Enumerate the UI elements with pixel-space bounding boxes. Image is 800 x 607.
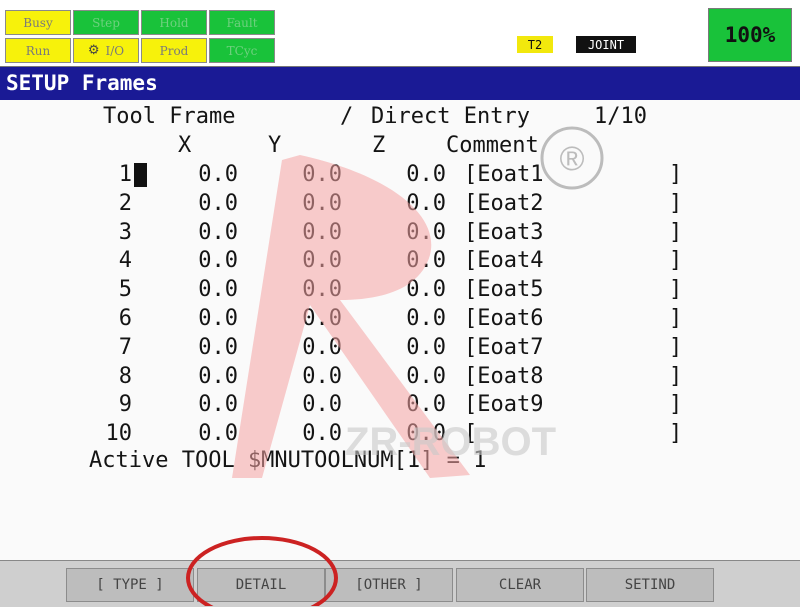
frame-comment: [Eoat3	[464, 220, 544, 245]
frame-comment: [	[464, 421, 478, 446]
column-y-header: Y	[268, 133, 282, 158]
frame-comment-close: ]	[669, 191, 683, 216]
frame-number: 7	[118, 335, 132, 360]
frame-number: 6	[118, 306, 132, 331]
page-indicator: 1/10	[594, 104, 647, 129]
frame-number: 8	[118, 364, 132, 389]
frame-x-value: 0.0	[198, 248, 238, 273]
column-comment-header: Comment	[446, 133, 539, 158]
registered-mark: ®	[559, 140, 584, 178]
led-prod: Prod	[141, 38, 207, 63]
frame-z-value: 0.0	[406, 191, 446, 216]
frame-comment-close: ]	[669, 162, 683, 187]
frame-x-value: 0.0	[198, 392, 238, 417]
column-z-header: Z	[372, 133, 386, 158]
frame-x-value: 0.0	[198, 220, 238, 245]
frame-y-value: 0.0	[302, 277, 342, 302]
frame-x-value: 0.0	[198, 421, 238, 446]
frame-y-value: 0.0	[302, 162, 342, 187]
frame-number: 4	[118, 248, 132, 273]
frame-comment-close: ]	[669, 248, 683, 273]
frame-comment-close: ]	[669, 421, 683, 446]
text-cursor	[134, 163, 147, 187]
header-separator: /	[340, 104, 354, 129]
frame-comment-close: ]	[669, 364, 683, 389]
mode-badge: T2	[517, 36, 553, 53]
frame-comment: [Eoat8	[464, 364, 544, 389]
frame-comment: [Eoat1	[464, 162, 544, 187]
frame-comment: [Eoat6	[464, 306, 544, 331]
frame-x-value: 0.0	[198, 335, 238, 360]
column-x-header: X	[178, 133, 192, 158]
status-bar: Busy Step Hold Fault Run ⚙ I/O Prod TCyc …	[0, 0, 800, 67]
frame-z-value: 0.0	[406, 248, 446, 273]
frame-number: 3	[118, 220, 132, 245]
led-busy: Busy	[5, 10, 71, 35]
screen-title: SETUP Frames	[0, 67, 800, 100]
coord-badge: JOINT	[576, 36, 636, 53]
frame-comment-close: ]	[669, 306, 683, 331]
frame-number: 1	[118, 162, 132, 187]
led-hold: Hold	[141, 10, 207, 35]
led-tcyc: TCyc	[209, 38, 275, 63]
frame-type-label: Tool Frame	[103, 104, 236, 129]
frame-z-value: 0.0	[406, 421, 446, 446]
robot-arm-icon: ⚙	[87, 43, 100, 58]
frame-comment: [Eoat5	[464, 277, 544, 302]
frame-comment-close: ]	[669, 277, 683, 302]
frame-y-value: 0.0	[302, 220, 342, 245]
frame-number: 10	[105, 421, 133, 446]
frame-z-value: 0.0	[406, 335, 446, 360]
frame-z-value: 0.0	[406, 392, 446, 417]
function-key-bar: [ TYPE ] DETAIL [OTHER ] CLEAR SETIND	[0, 560, 800, 607]
frame-x-value: 0.0	[198, 191, 238, 216]
led-io: ⚙ I/O	[73, 38, 139, 63]
fkey-detail-button[interactable]: DETAIL	[197, 568, 325, 602]
frame-y-value: 0.0	[302, 191, 342, 216]
frame-number: 2	[118, 191, 132, 216]
frame-comment-close: ]	[669, 220, 683, 245]
frame-y-value: 0.0	[302, 335, 342, 360]
frame-z-value: 0.0	[406, 364, 446, 389]
frame-y-value: 0.0	[302, 248, 342, 273]
frame-z-value: 0.0	[406, 162, 446, 187]
active-tool-line: Active TOOL $MNUTOOLNUM[1] = 1	[89, 448, 487, 473]
frame-z-value: 0.0	[406, 277, 446, 302]
frame-z-value: 0.0	[406, 306, 446, 331]
frame-comment-close: ]	[669, 335, 683, 360]
fkey-clear-button[interactable]: CLEAR	[456, 568, 584, 602]
frame-number: 5	[118, 277, 132, 302]
frame-y-value: 0.0	[302, 421, 342, 446]
led-run: Run	[5, 38, 71, 63]
frame-comment: [Eoat2	[464, 191, 544, 216]
override-speed: 100%	[708, 8, 792, 62]
frame-y-value: 0.0	[302, 306, 342, 331]
fkey-other-button[interactable]: [OTHER ]	[325, 568, 453, 602]
led-step: Step	[73, 10, 139, 35]
frame-x-value: 0.0	[198, 277, 238, 302]
registered-mark-circle	[540, 126, 604, 190]
frame-comment: [Eoat9	[464, 392, 544, 417]
frame-comment-close: ]	[669, 392, 683, 417]
frame-y-value: 0.0	[302, 392, 342, 417]
led-fault: Fault	[209, 10, 275, 35]
frame-x-value: 0.0	[198, 306, 238, 331]
fkey-setind-button[interactable]: SETIND	[586, 568, 714, 602]
fkey-type-button[interactable]: [ TYPE ]	[66, 568, 194, 602]
frame-comment: [Eoat7	[464, 335, 544, 360]
frame-z-value: 0.0	[406, 220, 446, 245]
frame-number: 9	[118, 392, 132, 417]
frame-y-value: 0.0	[302, 364, 342, 389]
frame-x-value: 0.0	[198, 364, 238, 389]
entry-mode-label: Direct Entry	[371, 104, 530, 129]
frame-x-value: 0.0	[198, 162, 238, 187]
frame-comment: [Eoat4	[464, 248, 544, 273]
